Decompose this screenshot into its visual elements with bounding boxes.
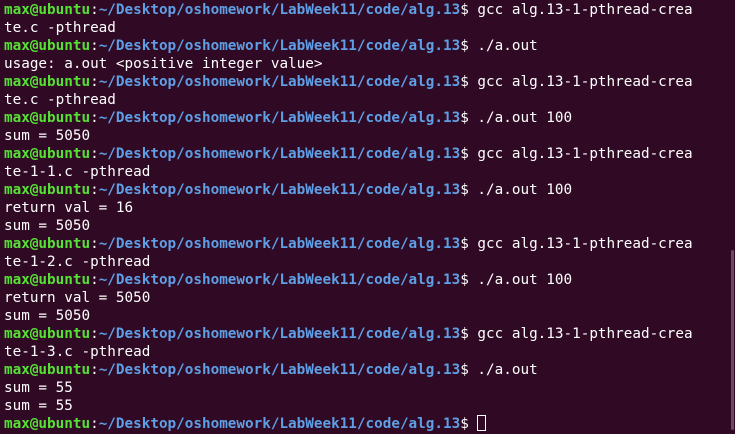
prompt-user: max@ubuntu	[4, 326, 91, 342]
scrollbar[interactable]	[731, 250, 734, 430]
prompt-symbol: $	[460, 272, 478, 288]
command-text: ./a.out 100	[477, 110, 573, 126]
output-line: te-1-3.c -pthread	[4, 343, 735, 361]
prompt-path: ~/Desktop/oshomework/LabWeek11/code/alg.…	[98, 2, 461, 18]
prompt-line: max@ubuntu:~/Desktop/oshomework/LabWeek1…	[4, 73, 735, 91]
command-text: ./a.out	[477, 362, 538, 378]
output-line: return val = 16	[4, 199, 735, 217]
output-text: te.c -pthread	[4, 92, 116, 108]
prompt-separator: :	[90, 146, 99, 162]
command-text: ./a.out 100	[477, 272, 573, 288]
prompt-symbol: $	[460, 38, 478, 54]
output-text: sum = 5050	[4, 308, 91, 324]
terminal-output: max@ubuntu:~/Desktop/oshomework/LabWeek1…	[4, 1, 735, 433]
prompt-user: max@ubuntu	[4, 110, 91, 126]
output-text: sum = 55	[4, 380, 73, 396]
prompt-symbol: $	[460, 2, 478, 18]
prompt-user: max@ubuntu	[4, 146, 91, 162]
prompt-symbol: $	[460, 416, 478, 432]
command-text: gcc alg.13-1-pthread-crea	[477, 2, 693, 18]
prompt-line: max@ubuntu:~/Desktop/oshomework/LabWeek1…	[4, 235, 735, 253]
output-line: usage: a.out <positive integer value>	[4, 55, 735, 73]
output-line: return val = 5050	[4, 289, 735, 307]
prompt-line: max@ubuntu:~/Desktop/oshomework/LabWeek1…	[4, 37, 735, 55]
output-text: te-1-3.c -pthread	[4, 344, 151, 360]
output-line: te.c -pthread	[4, 19, 735, 37]
command-text: gcc alg.13-1-pthread-crea	[477, 74, 693, 90]
prompt-path: ~/Desktop/oshomework/LabWeek11/code/alg.…	[98, 272, 461, 288]
output-text: te-1-2.c -pthread	[4, 254, 151, 270]
text-cursor[interactable]	[477, 415, 487, 431]
prompt-symbol: $	[460, 182, 478, 198]
command-text: ./a.out 100	[477, 182, 573, 198]
prompt-symbol: $	[460, 146, 478, 162]
prompt-path: ~/Desktop/oshomework/LabWeek11/code/alg.…	[98, 74, 461, 90]
prompt-user: max@ubuntu	[4, 182, 91, 198]
prompt-path: ~/Desktop/oshomework/LabWeek11/code/alg.…	[98, 146, 461, 162]
prompt-user: max@ubuntu	[4, 272, 91, 288]
output-text: return val = 16	[4, 200, 134, 216]
prompt-line: max@ubuntu:~/Desktop/oshomework/LabWeek1…	[4, 415, 735, 433]
prompt-symbol: $	[460, 74, 478, 90]
output-line: sum = 55	[4, 397, 735, 415]
output-line: te-1-1.c -pthread	[4, 163, 735, 181]
output-text: sum = 5050	[4, 218, 91, 234]
prompt-path: ~/Desktop/oshomework/LabWeek11/code/alg.…	[98, 182, 461, 198]
prompt-line: max@ubuntu:~/Desktop/oshomework/LabWeek1…	[4, 1, 735, 19]
output-text: te.c -pthread	[4, 20, 116, 36]
prompt-path: ~/Desktop/oshomework/LabWeek11/code/alg.…	[98, 110, 461, 126]
command-text: gcc alg.13-1-pthread-crea	[477, 146, 693, 162]
prompt-separator: :	[90, 110, 99, 126]
prompt-separator: :	[90, 74, 99, 90]
output-line: sum = 5050	[4, 127, 735, 145]
output-line: sum = 5050	[4, 217, 735, 235]
output-text: usage: a.out <positive integer value>	[4, 56, 323, 72]
prompt-path: ~/Desktop/oshomework/LabWeek11/code/alg.…	[98, 38, 461, 54]
output-text: te-1-1.c -pthread	[4, 164, 151, 180]
command-text: ./a.out	[477, 38, 538, 54]
terminal-window[interactable]: max@ubuntu:~/Desktop/oshomework/LabWeek1…	[0, 0, 735, 434]
prompt-symbol: $	[460, 362, 478, 378]
prompt-separator: :	[90, 362, 99, 378]
output-line: sum = 5050	[4, 307, 735, 325]
prompt-user: max@ubuntu	[4, 416, 91, 432]
output-text: return val = 5050	[4, 290, 151, 306]
prompt-user: max@ubuntu	[4, 2, 91, 18]
prompt-line: max@ubuntu:~/Desktop/oshomework/LabWeek1…	[4, 109, 735, 127]
output-line: sum = 55	[4, 379, 735, 397]
prompt-separator: :	[90, 182, 99, 198]
prompt-separator: :	[90, 326, 99, 342]
prompt-user: max@ubuntu	[4, 38, 91, 54]
prompt-path: ~/Desktop/oshomework/LabWeek11/code/alg.…	[98, 362, 461, 378]
prompt-path: ~/Desktop/oshomework/LabWeek11/code/alg.…	[98, 236, 461, 252]
prompt-line: max@ubuntu:~/Desktop/oshomework/LabWeek1…	[4, 181, 735, 199]
output-text: sum = 55	[4, 398, 73, 414]
prompt-user: max@ubuntu	[4, 74, 91, 90]
prompt-separator: :	[90, 236, 99, 252]
command-text: gcc alg.13-1-pthread-crea	[477, 236, 693, 252]
prompt-separator: :	[90, 2, 99, 18]
prompt-path: ~/Desktop/oshomework/LabWeek11/code/alg.…	[98, 416, 461, 432]
prompt-path: ~/Desktop/oshomework/LabWeek11/code/alg.…	[98, 326, 461, 342]
output-line: te-1-2.c -pthread	[4, 253, 735, 271]
output-text: sum = 5050	[4, 128, 91, 144]
prompt-line: max@ubuntu:~/Desktop/oshomework/LabWeek1…	[4, 361, 735, 379]
prompt-line: max@ubuntu:~/Desktop/oshomework/LabWeek1…	[4, 271, 735, 289]
prompt-symbol: $	[460, 326, 478, 342]
command-text: gcc alg.13-1-pthread-crea	[477, 326, 693, 342]
prompt-separator: :	[90, 38, 99, 54]
prompt-separator: :	[90, 272, 99, 288]
prompt-symbol: $	[460, 110, 478, 126]
prompt-line: max@ubuntu:~/Desktop/oshomework/LabWeek1…	[4, 325, 735, 343]
prompt-symbol: $	[460, 236, 478, 252]
prompt-line: max@ubuntu:~/Desktop/oshomework/LabWeek1…	[4, 145, 735, 163]
prompt-user: max@ubuntu	[4, 236, 91, 252]
prompt-separator: :	[90, 416, 99, 432]
prompt-user: max@ubuntu	[4, 362, 91, 378]
output-line: te.c -pthread	[4, 91, 735, 109]
